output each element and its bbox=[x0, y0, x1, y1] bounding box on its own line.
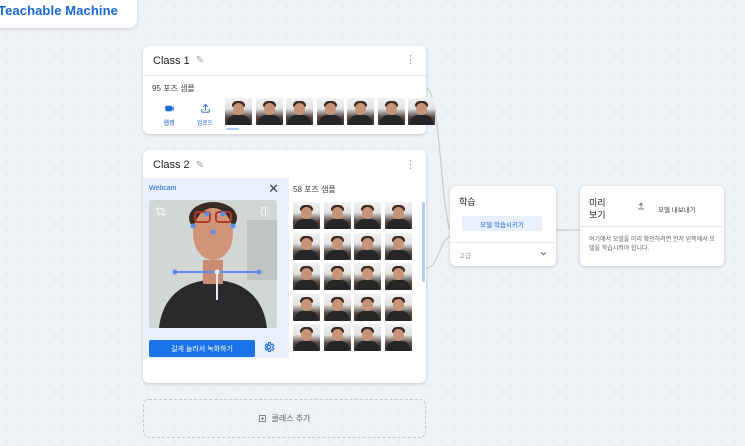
sample-thumbnail[interactable] bbox=[293, 324, 320, 351]
webcam-panel: Webcam ✕ 길게 눌러서 녹화하기 bbox=[143, 178, 289, 358]
sample-thumbnail[interactable] bbox=[323, 232, 351, 260]
sample-thumbnail[interactable] bbox=[354, 324, 381, 351]
preview-card: 미리보기 모델 내보내기 여기에서 모델을 미리 확인하려면 먼저 왼쪽에서 모… bbox=[580, 186, 724, 266]
sample-thumbnail[interactable] bbox=[384, 202, 412, 229]
class-1-title[interactable]: Class 1 bbox=[153, 55, 190, 67]
class-1-webcam-label: 웹캠 bbox=[163, 121, 175, 127]
training-card: 학습 모델 학습시키기 고급 bbox=[450, 186, 556, 266]
add-class-button[interactable]: 클래스 추가 bbox=[143, 399, 426, 438]
pencil-icon[interactable]: ✎ bbox=[196, 160, 204, 171]
class-1-sample-count: 95 포즈 샘플 bbox=[152, 84, 195, 93]
webcam-person-image bbox=[149, 200, 277, 328]
class-1-header: Class 1 ✎ ⋮ bbox=[143, 46, 426, 76]
settings-icon[interactable] bbox=[263, 341, 275, 353]
sample-thumbnail[interactable] bbox=[293, 293, 320, 321]
app-title: Teachable Machine bbox=[0, 3, 118, 18]
sample-thumbnail[interactable] bbox=[323, 263, 351, 290]
preview-divider bbox=[580, 226, 724, 227]
class-2-header: Class 2 ✎ ⋮ bbox=[143, 150, 426, 180]
sample-thumbnail[interactable] bbox=[323, 293, 351, 321]
add-class-label: 클래스 추가 bbox=[271, 414, 311, 423]
class-1-upload-button[interactable]: 업로드 bbox=[187, 100, 223, 130]
sample-thumbnail[interactable] bbox=[293, 202, 320, 229]
share-icon[interactable] bbox=[636, 201, 646, 211]
sample-thumbnail[interactable] bbox=[354, 263, 381, 290]
sample-thumbnail[interactable] bbox=[323, 202, 351, 229]
class-1-card: Class 1 ✎ ⋮ 95 포즈 샘플 웹캠 업로드 bbox=[143, 46, 435, 134]
advanced-toggle[interactable]: 고급 bbox=[459, 249, 549, 261]
webcam-panel-title: Webcam bbox=[149, 185, 177, 192]
sample-thumbnail[interactable] bbox=[293, 232, 320, 260]
training-title: 학습 bbox=[459, 197, 476, 207]
class-1-webcam-button[interactable]: 웹캠 bbox=[151, 100, 187, 130]
preview-message: 여기에서 모델을 미리 확인하려면 먼저 왼쪽에서 모델을 학습시켜야 합니다. bbox=[589, 237, 715, 252]
crop-icon[interactable] bbox=[155, 206, 166, 217]
more-vert-icon[interactable]: ⋮ bbox=[405, 159, 416, 171]
sample-thumbnail[interactable] bbox=[377, 98, 405, 125]
sample-thumbnail[interactable] bbox=[354, 293, 381, 321]
more-vert-icon[interactable]: ⋮ bbox=[405, 55, 416, 66]
sample-thumbnail[interactable] bbox=[384, 293, 412, 321]
app-brand[interactable]: Teachable Machine bbox=[0, 0, 137, 28]
sample-thumbnail[interactable] bbox=[384, 324, 412, 351]
expand-more-icon bbox=[540, 251, 547, 256]
sample-thumbnail[interactable] bbox=[384, 263, 412, 290]
sample-thumbnail[interactable] bbox=[293, 263, 320, 290]
sample-thumbnail[interactable] bbox=[347, 98, 374, 125]
pencil-icon[interactable]: ✎ bbox=[196, 55, 204, 66]
sample-thumbnail[interactable] bbox=[286, 98, 313, 125]
add-box-icon bbox=[259, 415, 267, 422]
class-2-sample-count: 58 포즈 샘플 bbox=[293, 185, 336, 194]
sample-thumbnail[interactable] bbox=[384, 232, 412, 260]
class-2-title[interactable]: Class 2 bbox=[153, 159, 190, 171]
webcam-video bbox=[149, 200, 277, 328]
sample-thumbnail[interactable] bbox=[408, 98, 435, 125]
sample-thumbnail[interactable] bbox=[225, 98, 252, 125]
sample-thumbnail[interactable] bbox=[354, 232, 381, 260]
export-model-button[interactable]: 모델 내보내기 bbox=[658, 204, 696, 214]
train-model-button[interactable]: 모델 학습시키기 bbox=[462, 216, 542, 231]
training-divider bbox=[450, 242, 556, 243]
record-button[interactable]: 길게 눌러서 녹화하기 bbox=[149, 340, 255, 357]
sample-thumbnail[interactable] bbox=[255, 98, 283, 125]
class-1-upload-label: 업로드 bbox=[196, 121, 214, 127]
close-icon[interactable]: ✕ bbox=[268, 181, 279, 197]
class-1-strip-scrollbar[interactable] bbox=[226, 128, 239, 130]
sample-thumbnail[interactable] bbox=[316, 98, 344, 125]
sample-thumbnail[interactable] bbox=[323, 324, 351, 351]
preview-title: 미리보기 bbox=[589, 198, 606, 220]
video-camera-icon bbox=[164, 105, 174, 112]
class-2-grid-scrollbar[interactable] bbox=[422, 202, 425, 282]
upload-icon bbox=[200, 103, 210, 113]
flip-icon[interactable] bbox=[260, 206, 271, 217]
sample-thumbnail[interactable] bbox=[354, 202, 381, 229]
advanced-label: 고급 bbox=[459, 253, 471, 260]
